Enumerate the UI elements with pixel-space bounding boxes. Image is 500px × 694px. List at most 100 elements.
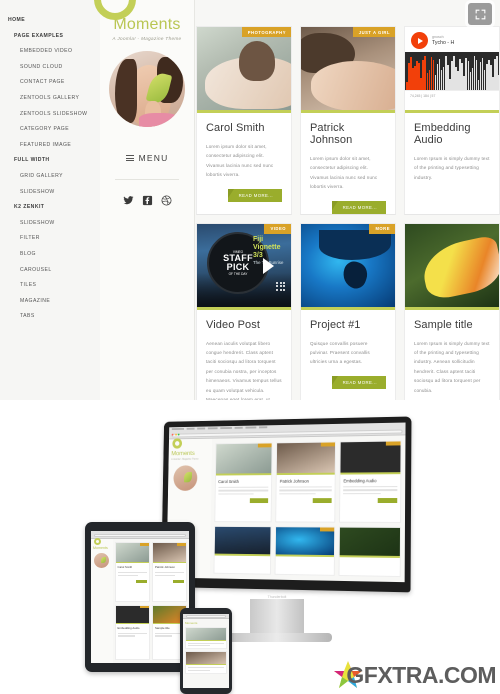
mini-card: Carol Smith	[213, 442, 273, 522]
read-more-button[interactable]: READ MORE...	[331, 200, 386, 214]
card-video-post[interactable]: VIMEO STAFF PICK OF THE DAY Fiji Vignett…	[196, 222, 292, 400]
sidebar-item-category-page[interactable]: CATEGORY PAGE	[6, 126, 100, 132]
card-tag	[320, 527, 335, 532]
card-title[interactable]: Sample title	[414, 319, 490, 331]
sidebar-item-contact-page[interactable]: CONTACT PAGE	[6, 79, 100, 85]
card-excerpt: Lorem Ipsum is simply dummy text of the …	[414, 156, 490, 180]
badge-main2: PICK	[226, 261, 250, 272]
sidebar-nav: HOME PAGE EXAMPLES EMBEDDED VIDEO SOUND …	[0, 0, 100, 400]
sidebar-item-tabs[interactable]: TABS	[6, 313, 100, 319]
card-title: Carol Smith	[218, 479, 239, 485]
soundcloud-stats: 74,245 | 184 | 57	[405, 90, 499, 101]
sidebar-item-zentools-slideshow[interactable]: ZENTOOLS SLIDESHOW	[6, 111, 100, 117]
menu-label: MENU	[138, 153, 169, 163]
sidebar-item-grid-gallery[interactable]: GRID GALLERY	[6, 173, 100, 179]
card-tag: JUST A GIRL	[352, 27, 395, 37]
card-title: Embedding Audio	[117, 625, 140, 630]
hamburger-icon	[125, 153, 134, 162]
card-title[interactable]: Embedding Audio	[414, 122, 490, 146]
read-more-button[interactable]: READ MORE...	[227, 188, 282, 202]
card-patrick-johnson[interactable]: JUST A GIRL Patrick Johnson Lorem ipsum …	[300, 26, 396, 215]
card-tag	[321, 442, 336, 447]
sidebar-item-blog[interactable]: BLOG	[6, 251, 100, 257]
play-icon[interactable]	[411, 32, 428, 49]
card-excerpt: Lorem Ipsum is simply dummy text of the …	[414, 340, 490, 393]
mini-site-title: Moments	[171, 450, 195, 458]
sidebar-item-page-examples[interactable]: PAGE EXAMPLES	[6, 33, 100, 39]
card-title: Carol Smith	[117, 565, 133, 569]
mini-theme-render: Moments	[183, 619, 229, 688]
divider	[115, 179, 179, 180]
sidebar-item-tiles[interactable]: TILES	[6, 282, 100, 288]
mini-site-tagline: A Joomla! - Magazine Theme	[171, 457, 199, 461]
soundcloud-track: Tycho - H	[432, 39, 455, 46]
video-title-overlay: Fiji Vignette 3/3	[253, 235, 281, 259]
avatar	[173, 465, 198, 491]
card-project-1[interactable]: MORE Project #1 Quisque convallis posuer…	[300, 222, 396, 400]
soundcloud-player[interactable]: gnosch Tycho - H 74,245 | 184 | 57	[405, 27, 499, 113]
mini-card	[274, 525, 336, 576]
cards-row-1: PHOTOGRAPHY Carol Smith Lorem ipsum dolo…	[196, 26, 500, 215]
brand-column: Moments A Joomla! - Magazine Theme MENU	[94, 0, 195, 400]
card-tag	[258, 443, 273, 448]
card-tag	[385, 441, 401, 446]
card-thumbnail: VIMEO STAFF PICK OF THE DAY Fiji Vignett…	[197, 223, 291, 310]
browser-chrome	[91, 531, 189, 539]
menu-toggle[interactable]: MENU	[100, 153, 194, 163]
read-more-button	[377, 498, 398, 504]
avatar	[109, 51, 185, 127]
expand-icon[interactable]	[468, 3, 492, 25]
twitter-icon[interactable]	[122, 193, 134, 211]
soundcloud-waveform[interactable]	[405, 52, 499, 90]
card-thumbnail: JUST A GIRL	[301, 27, 395, 113]
imac-stand	[250, 598, 304, 633]
sidebar-item-full-width[interactable]: FULL WIDTH	[6, 157, 100, 163]
mini-theme-render: Moments A Joomla! - Magazine Theme Carol…	[166, 435, 406, 583]
sidebar-item-k2-zenkit[interactable]: K2 ZENKIT	[6, 204, 100, 210]
dribbble-icon[interactable]	[161, 193, 172, 211]
read-more-button[interactable]: READ MORE...	[331, 375, 386, 389]
card-title[interactable]: Carol Smith	[206, 122, 282, 134]
sidebar-item-home[interactable]: HOME	[6, 17, 100, 23]
sidebar-item-zentools-gallery[interactable]: ZENTOOLS GALLERY	[6, 95, 100, 101]
read-more-button	[250, 498, 269, 504]
sidebar-item-k2-slideshow[interactable]: SLIDESHOW	[6, 220, 100, 226]
screenshot-root: HOME PAGE EXAMPLES EMBEDDED VIDEO SOUND …	[0, 0, 500, 694]
mini-card: Embedding Audio	[339, 440, 402, 523]
card-sample-title[interactable]: Sample title Lorem Ipsum is simply dummy…	[404, 222, 500, 400]
card-excerpt: Lorem ipsum dolor sit amet, consectetur …	[310, 156, 378, 190]
card-embedding-audio[interactable]: gnosch Tycho - H 74,245 | 184 | 57 Embed…	[404, 26, 500, 215]
card-title[interactable]: Project #1	[310, 319, 386, 331]
cards-row-2: VIMEO STAFF PICK OF THE DAY Fiji Vignett…	[196, 222, 500, 400]
facebook-icon[interactable]	[142, 193, 153, 211]
mini-card	[338, 526, 402, 578]
sidebar-item-magazine[interactable]: MAGAZINE	[6, 298, 100, 304]
sidebar-item-filter[interactable]: FILTER	[6, 235, 100, 241]
badge-bottom: OF THE DAY	[228, 271, 248, 276]
card-title[interactable]: Video Post	[206, 319, 282, 331]
sidebar-item-slideshow[interactable]: SLIDESHOW	[6, 189, 100, 195]
card-title: Patrick Johnson	[279, 478, 309, 484]
card-carol-smith[interactable]: PHOTOGRAPHY Carol Smith Lorem ipsum dolo…	[196, 26, 292, 215]
grid-icon[interactable]	[276, 281, 285, 291]
card-tag: VIDEO	[264, 223, 291, 234]
sidebar-item-carousel[interactable]: CAROUSEL	[6, 267, 100, 273]
card-title[interactable]: Patrick Johnson	[310, 122, 386, 146]
mini-card: Patrick Johnson	[275, 441, 337, 523]
imac-screen: Moments A Joomla! - Magazine Theme Carol…	[161, 416, 412, 593]
address-bar[interactable]	[94, 533, 186, 537]
mini-theme-render: Moments Carol Smith Patrick Johnson Embe…	[91, 538, 189, 663]
card-thumbnail	[405, 223, 499, 310]
theme-preview: HOME PAGE EXAMPLES EMBEDDED VIDEO SOUND …	[0, 0, 500, 400]
sidebar-item-embedded-video[interactable]: EMBEDDED VIDEO	[6, 48, 100, 54]
imac-base	[222, 632, 332, 642]
address-bar[interactable]	[186, 615, 226, 618]
watermark: GFXTRA.COM	[333, 660, 496, 690]
mini-card	[213, 525, 272, 575]
sidebar-item-sound-cloud[interactable]: SOUND CLOUD	[6, 64, 100, 70]
card-excerpt: Aenean iaculis volutpat libero congue he…	[206, 340, 282, 400]
device-mockup: Moments A Joomla! - Magazine Theme Carol…	[0, 400, 500, 694]
card-thumbnail: MORE	[301, 223, 395, 310]
sidebar-item-featured-image[interactable]: FEATURED IMAGE	[6, 142, 100, 148]
play-icon[interactable]	[263, 257, 274, 274]
